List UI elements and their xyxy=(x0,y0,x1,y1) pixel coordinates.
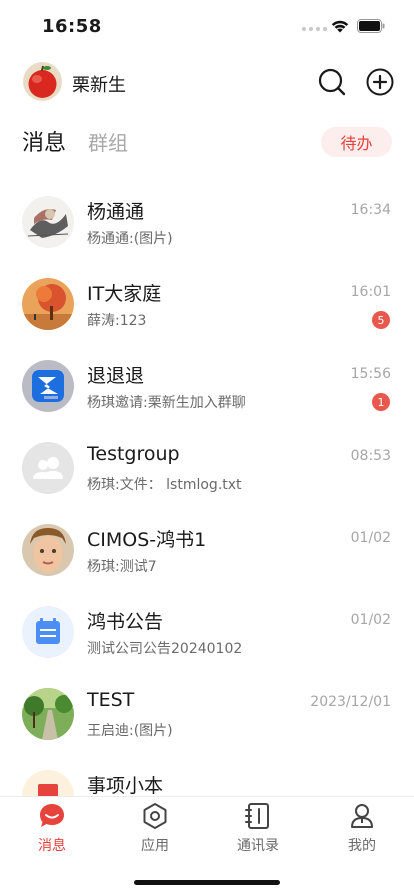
status-time: 16:58 xyxy=(42,16,102,37)
conversation-time: 08:53 xyxy=(350,448,391,464)
conversation-title: Testgroup xyxy=(87,443,180,465)
park-path-avatar xyxy=(22,688,74,740)
conversation-row[interactable]: 事项小本 xyxy=(0,744,414,796)
notebook-avatar xyxy=(22,770,74,796)
home-indicator xyxy=(134,880,280,885)
unread-badge: 5 xyxy=(372,311,390,329)
conversation-time: 01/02 xyxy=(350,530,391,546)
tab-bar: 消息 群组 待办 xyxy=(0,123,414,163)
conversation-row[interactable]: 杨通通 杨通通:(图片) 16:34 xyxy=(0,170,414,252)
app-logo-avatar xyxy=(22,360,74,412)
conversation-time: 2023/12/01 xyxy=(310,694,391,710)
conversation-time: 01/02 xyxy=(350,612,391,628)
battery-icon xyxy=(357,19,385,33)
conversation-preview: 王启迪:(图片) xyxy=(87,723,173,739)
conversation-title: 退退退 xyxy=(87,365,145,387)
group-default-avatar xyxy=(22,442,74,494)
conversation-row[interactable]: TEST 王启迪:(图片) 2023/12/01 xyxy=(0,662,414,744)
child-photo-avatar xyxy=(22,524,74,576)
nav-label: 通讯录 xyxy=(237,838,279,854)
conversation-list: 杨通通 杨通通:(图片) 16:34 IT大家庭 薛涛:123 16:01 5 xyxy=(0,170,414,796)
conversation-row[interactable]: 鸿书公告 测试公司公告20240102 01/02 xyxy=(0,580,414,662)
conversation-title: TEST xyxy=(87,689,135,711)
nav-contacts[interactable]: 通讯录 xyxy=(218,801,298,857)
apps-icon xyxy=(143,803,167,829)
nav-label: 应用 xyxy=(141,838,169,854)
conversation-preview: 杨琪:文件： lstmlog.txt xyxy=(87,477,242,493)
nav-apps[interactable]: 应用 xyxy=(115,801,195,857)
my-avatar[interactable] xyxy=(23,62,62,101)
conversation-preview: 杨琪邀请:栗新生加入群聊 xyxy=(87,395,246,411)
nav-label: 消息 xyxy=(38,838,66,854)
user-name[interactable]: 栗新生 xyxy=(72,71,126,97)
apple-icon xyxy=(23,62,62,101)
header: 栗新生 xyxy=(0,60,414,104)
tab-groups[interactable]: 群组 xyxy=(88,127,128,156)
nav-label: 我的 xyxy=(348,838,376,854)
conversation-preview: 杨琪:测试7 xyxy=(87,559,157,575)
conversation-preview: 测试公司公告20240102 xyxy=(87,641,243,657)
message-icon xyxy=(40,804,64,827)
todo-button[interactable]: 待办 xyxy=(321,127,392,157)
conversation-row[interactable]: 退退退 杨琪邀请:栗新生加入群聊 15:56 1 xyxy=(0,334,414,416)
conversation-time: 16:34 xyxy=(350,202,391,218)
status-bar: 16:58 xyxy=(0,0,414,52)
autumn-tree-avatar xyxy=(22,278,74,330)
conversation-preview: 薛涛:123 xyxy=(87,313,147,329)
conversation-time: 15:56 xyxy=(350,366,391,382)
conversation-preview: 杨通通:(图片) xyxy=(87,231,173,247)
calendar-avatar xyxy=(22,606,74,658)
sketch-avatar xyxy=(22,196,74,248)
conversation-row[interactable]: CIMOS-鸿书1 杨琪:测试7 01/02 xyxy=(0,498,414,580)
signal-dots-icon xyxy=(302,27,327,31)
unread-badge: 1 xyxy=(372,393,390,411)
conversation-title: 事项小本 xyxy=(87,775,164,796)
conversation-time: 16:01 xyxy=(350,284,391,300)
conversation-row[interactable]: Testgroup 杨琪:文件： lstmlog.txt 08:53 xyxy=(0,416,414,498)
profile-icon xyxy=(351,804,373,828)
conversation-row[interactable]: IT大家庭 薛涛:123 16:01 5 xyxy=(0,252,414,334)
conversation-title: IT大家庭 xyxy=(87,283,162,305)
tab-messages[interactable]: 消息 xyxy=(22,125,66,157)
contacts-icon xyxy=(245,803,269,829)
search-icon[interactable] xyxy=(316,66,348,98)
conversation-title: 鸿书公告 xyxy=(87,611,164,633)
nav-profile[interactable]: 我的 xyxy=(322,801,402,857)
conversation-title: CIMOS-鸿书1 xyxy=(87,529,207,551)
nav-messages[interactable]: 消息 xyxy=(12,801,92,857)
conversation-title: 杨通通 xyxy=(87,201,145,223)
add-icon[interactable] xyxy=(364,66,396,98)
wifi-icon xyxy=(331,20,349,33)
